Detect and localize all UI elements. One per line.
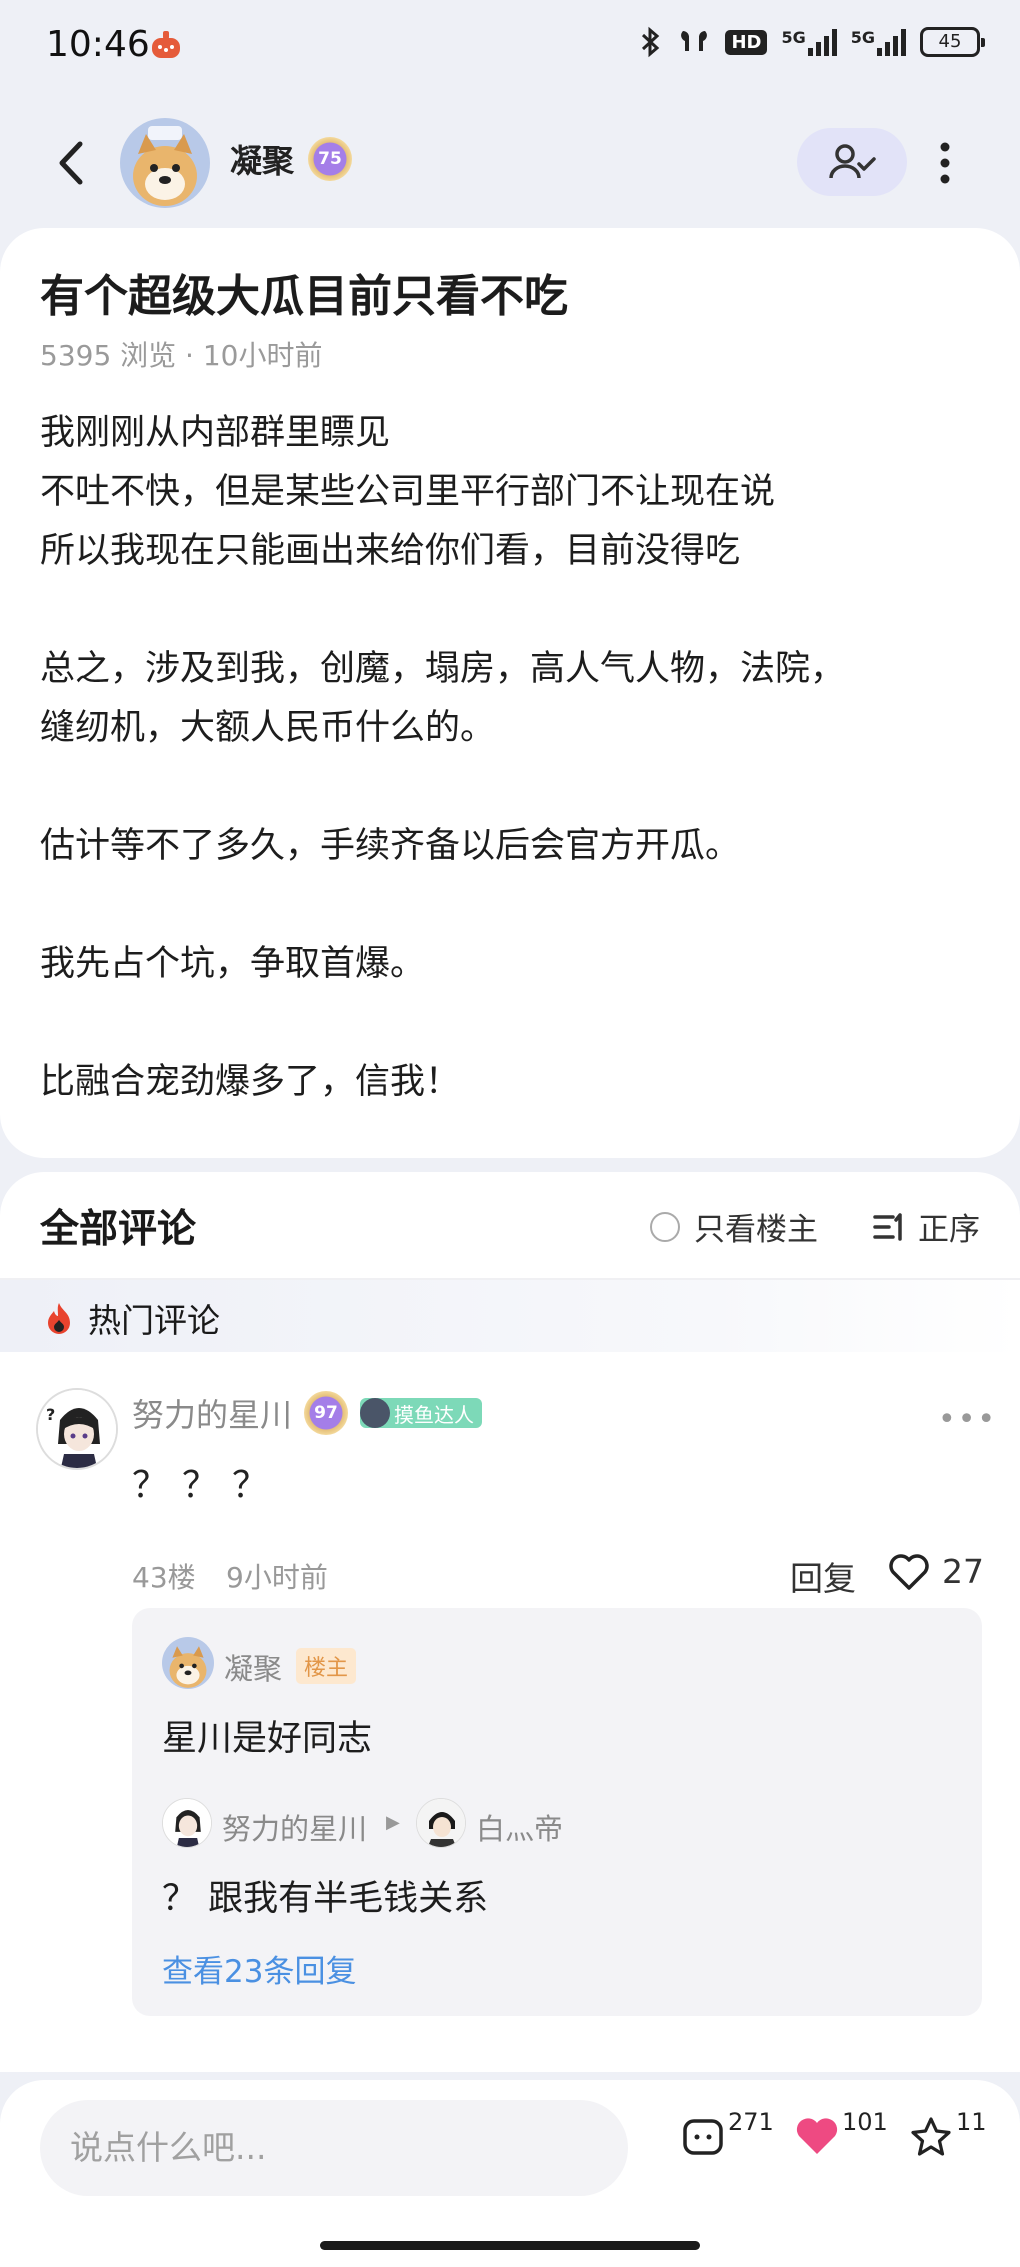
comment-count: 271 (728, 2108, 774, 2136)
reply-to-name[interactable]: 白灬帝 (476, 1806, 563, 1848)
only-owner-toggle[interactable]: 只看楼主 (650, 1204, 818, 1249)
signal-2: 5G (851, 28, 906, 56)
fav-count: 11 (956, 2108, 987, 2136)
radio-icon (650, 1211, 680, 1242)
comment-time: 9小时前 (226, 1561, 328, 1594)
sort-icon (873, 1212, 902, 1241)
heart-icon (889, 1553, 929, 1590)
reply-name[interactable]: 凝聚 (224, 1646, 282, 1688)
comment-text: ？？？ (132, 1465, 283, 1506)
post-line: 总之，涉及到我，创魔，塌房，高人气人物，法院， (40, 649, 846, 689)
reply-to-avatar[interactable] (416, 1798, 466, 1848)
sort-label: 正序 (918, 1212, 980, 1248)
post-line: 我刚刚从内部群里瞟见 (40, 413, 391, 453)
comment-like-count: 27 (942, 1552, 984, 1591)
back-icon[interactable] (52, 138, 92, 188)
view-more-replies-link[interactable]: 查看23条回复 (162, 1946, 356, 1991)
commenter-name[interactable]: 努力的星川 (132, 1390, 292, 1436)
reply-to-arrow-icon: ▶ (386, 1812, 400, 1833)
battery-indicator: 45 (920, 27, 985, 57)
author-info: 凝聚 75 (230, 136, 353, 182)
post-line (40, 581, 990, 640)
comment-floor: 43楼 (132, 1561, 196, 1594)
author-name[interactable]: 凝聚 (230, 136, 294, 182)
sort-toggle[interactable]: 正序 (872, 1204, 980, 1249)
comments-title: 全部评论 (40, 1207, 197, 1252)
reply-avatar[interactable] (162, 1798, 212, 1848)
commenter-level-badge: 97 (304, 1391, 349, 1435)
reply-avatar[interactable] (162, 1637, 214, 1689)
like-button[interactable]: 101 (794, 2108, 888, 2160)
reply-text: ？ 跟我有半毛钱关系 (162, 1879, 489, 1919)
comment-like-button[interactable]: 27 (888, 1552, 984, 1591)
post-meta: 5395 浏览 · 10小时前 (40, 339, 323, 372)
earbuds-icon (681, 31, 708, 51)
post-line: 我先占个坑，争取首爆。 (40, 944, 426, 984)
post-line: 估计等不了多久，手续齐备以后会官方开瓜。 (40, 826, 741, 866)
home-indicator[interactable] (320, 2241, 700, 2250)
badge-icon (360, 1398, 391, 1428)
only-owner-label: 只看楼主 (694, 1212, 818, 1248)
signal-1: 5G (781, 28, 837, 56)
post-line: 缝纫机，大额人民币什么的。 (40, 708, 496, 748)
heart-filled-icon (796, 2118, 838, 2154)
post-line: 不吐不快，但是某些公司里平行部门不让现在说 (40, 472, 776, 512)
hot-comments-label: 热门评论 (44, 1294, 220, 1342)
owner-tag: 楼主 (296, 1648, 357, 1684)
like-count: 101 (842, 2108, 888, 2136)
status-indicators: HD 5G 5G 45 (639, 26, 985, 58)
status-time: 10:46 (46, 24, 150, 65)
followed-button[interactable] (797, 128, 907, 196)
hot-label-text: 热门评论 (88, 1301, 220, 1340)
more-icon[interactable] (932, 138, 958, 188)
post-line (40, 876, 990, 935)
flame-icon (48, 1303, 70, 1334)
comment-more-icon[interactable]: ••• (938, 1402, 997, 1437)
svg-text:?: ? (46, 1405, 55, 1424)
follow-check-icon (829, 144, 876, 179)
star-icon (911, 2117, 951, 2156)
reply-name[interactable]: 努力的星川 (222, 1806, 367, 1848)
post-body: 我刚刚从内部群里瞟见 不吐不快，但是某些公司里平行部门不让现在说 所以我现在只能… (40, 404, 990, 1112)
hd-badge: HD (725, 29, 768, 55)
reply-text: 星川是好同志 (162, 1719, 373, 1759)
comment-icon (683, 2119, 723, 2155)
comment-input[interactable]: 说点什么吧... (40, 2100, 628, 2196)
post-line (40, 758, 990, 817)
commenter-row: 努力的星川 97 摸鱼达人 (132, 1390, 483, 1436)
author-level-badge: 75 (308, 137, 353, 181)
reply-button[interactable]: 回复 (790, 1552, 856, 1600)
commenter-avatar[interactable]: ? (36, 1388, 118, 1470)
comment-count-button[interactable]: 271 (680, 2108, 774, 2160)
bluetooth-icon (642, 26, 660, 58)
app-notification-icon (148, 28, 184, 64)
post-line: 比融合宠劲爆多了，信我！ (40, 1062, 461, 1102)
favorite-button[interactable]: 11 (908, 2108, 987, 2160)
post-line: 所以我现在只能画出来给你们看，目前没得吃 (40, 531, 741, 571)
title-badge: 摸鱼达人 (360, 1398, 483, 1428)
post-title: 有个超级大瓜目前只看不吃 (40, 271, 568, 322)
post-line (40, 994, 990, 1053)
author-avatar[interactable] (120, 118, 210, 208)
